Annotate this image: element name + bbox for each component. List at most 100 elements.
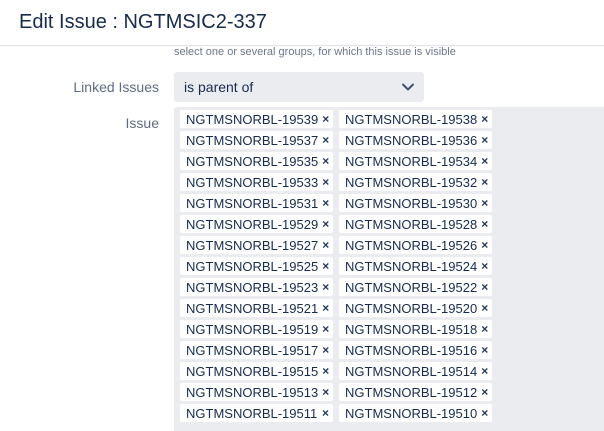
- close-icon[interactable]: ×: [481, 218, 488, 230]
- close-icon[interactable]: ×: [322, 218, 329, 230]
- issue-tag: NGTMSNORBL-19510 ×: [339, 404, 492, 422]
- issue-tag: NGTMSNORBL-19524 ×: [339, 257, 492, 275]
- linked-issues-label: Linked Issues: [73, 79, 159, 95]
- issue-tag: NGTMSNORBL-19525 ×: [180, 257, 333, 275]
- issue-tag-label: NGTMSNORBL-19515: [186, 363, 319, 379]
- issue-tag-label: NGTMSNORBL-19511: [186, 405, 318, 421]
- issue-tag: NGTMSNORBL-19529 ×: [180, 215, 333, 233]
- issue-tag-label: NGTMSNORBL-19538: [345, 111, 478, 127]
- issue-tag: NGTMSNORBL-19539 ×: [180, 110, 333, 128]
- close-icon[interactable]: ×: [322, 260, 329, 272]
- close-icon[interactable]: ×: [481, 176, 488, 188]
- issue-tag-list: NGTMSNORBL-19539 × NGTMSNORBL-19538 × NGTMSN…: [180, 110, 600, 422]
- issue-tag-label: NGTMSNORBL-19530: [345, 195, 478, 211]
- issue-tag-label: NGTMSNORBL-19523: [186, 279, 319, 295]
- issue-tag-label: NGTMSNORBL-19529: [186, 216, 319, 232]
- close-icon[interactable]: ×: [322, 176, 329, 188]
- issue-tag-label: NGTMSNORBL-19524: [345, 258, 478, 274]
- issue-tag: NGTMSNORBL-19517 ×: [180, 341, 333, 359]
- close-icon[interactable]: ×: [322, 302, 329, 314]
- issue-tag-label: NGTMSNORBL-19536: [345, 132, 478, 148]
- issue-tag-label: NGTMSNORBL-19519: [186, 321, 319, 337]
- issue-tag: NGTMSNORBL-19535 ×: [180, 152, 333, 170]
- issue-tag-label: NGTMSNORBL-19539: [186, 111, 319, 127]
- issue-tag: NGTMSNORBL-19516 ×: [339, 341, 492, 359]
- close-icon[interactable]: ×: [481, 260, 488, 272]
- close-icon[interactable]: ×: [322, 134, 329, 146]
- close-icon[interactable]: ×: [322, 197, 329, 209]
- close-icon[interactable]: ×: [481, 302, 488, 314]
- link-type-selected-value: is parent of: [184, 79, 254, 95]
- issue-tag: NGTMSNORBL-19534 ×: [339, 152, 492, 170]
- issue-tag-label: NGTMSNORBL-19525: [186, 258, 319, 274]
- issue-tag: NGTMSNORBL-19519 ×: [180, 320, 333, 338]
- close-icon[interactable]: ×: [481, 281, 488, 293]
- issue-tag: NGTMSNORBL-19515 ×: [180, 362, 333, 380]
- close-icon[interactable]: ×: [322, 239, 329, 251]
- issue-tag: NGTMSNORBL-19532 ×: [339, 173, 492, 191]
- close-icon[interactable]: ×: [481, 323, 488, 335]
- issue-tag-label: NGTMSNORBL-19531: [186, 195, 319, 211]
- issue-tag: NGTMSNORBL-19513 ×: [180, 383, 333, 401]
- close-icon[interactable]: ×: [481, 155, 488, 167]
- issue-tag: NGTMSNORBL-19522 ×: [339, 278, 492, 296]
- close-icon[interactable]: ×: [322, 113, 329, 125]
- close-icon[interactable]: ×: [481, 239, 488, 251]
- issue-tag: NGTMSNORBL-19527 ×: [180, 236, 333, 254]
- issue-tag-label: NGTMSNORBL-19522: [345, 279, 478, 295]
- issue-tag-label: NGTMSNORBL-19528: [345, 216, 478, 232]
- edit-issue-dialog: Edit Issue : NGTMSIC2-337 select one or …: [0, 0, 604, 431]
- close-icon[interactable]: ×: [322, 281, 329, 293]
- issue-tag-label: NGTMSNORBL-19520: [345, 300, 478, 316]
- issue-tag: NGTMSNORBL-19512 ×: [339, 383, 492, 401]
- issue-tag-label: NGTMSNORBL-19517: [186, 342, 319, 358]
- close-icon[interactable]: ×: [481, 407, 488, 419]
- issue-tag: NGTMSNORBL-19514 ×: [339, 362, 492, 380]
- issue-tag-label: NGTMSNORBL-19532: [345, 174, 478, 190]
- issue-tag: NGTMSNORBL-19518 ×: [339, 320, 492, 338]
- security-level-help-text: select one or several groups, for which …: [174, 46, 456, 58]
- chevron-down-icon: [402, 83, 414, 91]
- issue-tag: NGTMSNORBL-19523 ×: [180, 278, 333, 296]
- issue-tag: NGTMSNORBL-19526 ×: [339, 236, 492, 254]
- issue-tag: NGTMSNORBL-19528 ×: [339, 215, 492, 233]
- issue-tag-label: NGTMSNORBL-19514: [345, 363, 478, 379]
- issue-tag: NGTMSNORBL-19520 ×: [339, 299, 492, 317]
- close-icon[interactable]: ×: [481, 134, 488, 146]
- issue-tag: NGTMSNORBL-19531 ×: [180, 194, 333, 212]
- issue-tag-label: NGTMSNORBL-19513: [186, 384, 319, 400]
- close-icon[interactable]: ×: [481, 365, 488, 377]
- close-icon[interactable]: ×: [322, 407, 329, 419]
- issue-tag: NGTMSNORBL-19533 ×: [180, 173, 333, 191]
- close-icon[interactable]: ×: [322, 344, 329, 356]
- close-icon[interactable]: ×: [481, 113, 488, 125]
- dialog-title: Edit Issue : NGTMSIC2-337: [19, 11, 267, 33]
- close-icon[interactable]: ×: [322, 155, 329, 167]
- issue-tag-label: NGTMSNORBL-19527: [186, 237, 319, 253]
- close-icon[interactable]: ×: [481, 386, 488, 398]
- issue-tag-label: NGTMSNORBL-19512: [345, 384, 478, 400]
- close-icon[interactable]: ×: [322, 365, 329, 377]
- issue-tag: NGTMSNORBL-19511 ×: [180, 404, 333, 422]
- issue-tag: NGTMSNORBL-19521 ×: [180, 299, 333, 317]
- close-icon[interactable]: ×: [481, 344, 488, 356]
- close-icon[interactable]: ×: [322, 323, 329, 335]
- issue-tag-label: NGTMSNORBL-19516: [345, 342, 478, 358]
- issue-tag-label: NGTMSNORBL-19535: [186, 153, 319, 169]
- issue-tag-label: NGTMSNORBL-19534: [345, 153, 478, 169]
- issue-tag: NGTMSNORBL-19530 ×: [339, 194, 492, 212]
- close-icon[interactable]: ×: [481, 197, 488, 209]
- issue-tag-label: NGTMSNORBL-19533: [186, 174, 319, 190]
- issue-tag-label: NGTMSNORBL-19510: [345, 405, 478, 421]
- issue-tag-label: NGTMSNORBL-19526: [345, 237, 478, 253]
- issue-picker[interactable]: NGTMSNORBL-19539 × NGTMSNORBL-19538 × NGTMSN…: [174, 107, 604, 431]
- link-type-select[interactable]: is parent of: [174, 72, 424, 102]
- dialog-header: Edit Issue : NGTMSIC2-337: [0, 0, 604, 46]
- issue-tag-label: NGTMSNORBL-19518: [345, 321, 478, 337]
- issue-label: Issue: [125, 115, 159, 131]
- issue-tag: NGTMSNORBL-19536 ×: [339, 131, 492, 149]
- close-icon[interactable]: ×: [322, 386, 329, 398]
- issue-tag: NGTMSNORBL-19538 ×: [339, 110, 492, 128]
- issue-tag-label: NGTMSNORBL-19537: [186, 132, 319, 148]
- issue-tag-label: NGTMSNORBL-19521: [186, 300, 319, 316]
